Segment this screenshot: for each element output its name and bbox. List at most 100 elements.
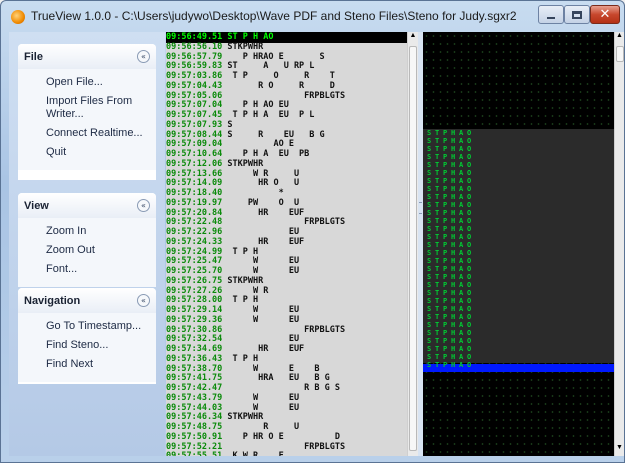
quit-link[interactable]: Quit <box>46 143 156 162</box>
timestamp: 09:57:34.69 <box>166 344 223 354</box>
timestamp: 09:57:25.70 <box>166 266 223 276</box>
tape-scrollbar[interactable]: ▲ ▼ <box>614 32 624 456</box>
collapse-icon[interactable]: « <box>137 50 150 63</box>
steno-stroke: ST P H AO <box>222 32 274 42</box>
minimize-icon <box>547 16 555 19</box>
steno-stroke: P H AO EU <box>222 100 289 111</box>
timestamp: 09:57:30.86 <box>166 324 223 335</box>
timestamp: 09:56:56.10 <box>166 41 223 52</box>
steno-stroke: W EU <box>222 402 300 413</box>
steno-transcript-pane[interactable]: 09:56:49.51 ST P H AO 09:56:56.10 STKPWHR… <box>166 32 418 456</box>
steno-stroke: W EU <box>222 266 300 276</box>
timestamp: 09:57:20.84 <box>166 207 223 218</box>
file-panel-header[interactable]: File « <box>18 44 156 69</box>
timestamp: 09:57:07.45 <box>166 110 223 120</box>
timestamp: 09:56:57.79 <box>166 51 223 62</box>
steno-stroke: EU <box>222 334 300 345</box>
app-window: TrueView 1.0.0 - C:\Users\judywo\Desktop… <box>0 0 625 463</box>
transcript-scrollbar[interactable]: ▲ <box>407 32 418 456</box>
steno-stroke: R B G S <box>222 383 340 393</box>
timestamp: 09:57:36.43 <box>166 353 223 364</box>
scrollbar-thumb[interactable] <box>409 46 417 451</box>
timestamp: 09:57:14.09 <box>166 178 223 189</box>
timestamp: 09:57:41.75 <box>166 373 223 384</box>
timestamp: 09:57:04.43 <box>166 80 223 91</box>
zoom-in-link[interactable]: Zoom In <box>46 222 156 241</box>
app-icon <box>11 10 25 24</box>
connect-realtime-link[interactable]: Connect Realtime... <box>46 124 156 143</box>
steno-stroke: FRPBLGTS <box>222 441 346 452</box>
go-to-timestamp-link[interactable]: Go To Timestamp... <box>46 317 156 336</box>
steno-stroke: S <box>222 119 233 130</box>
steno-tape-pane[interactable]: S S S S S S S S S S S S S S S S S S S S … <box>423 32 614 456</box>
timestamp: 09:57:25.47 <box>166 256 223 267</box>
transcript-line[interactable]: 09:57:55.51 K W R E <box>166 451 411 456</box>
steno-stroke: T P O R T <box>222 71 335 81</box>
file-panel: File « Open File... Import Files From Wr… <box>18 44 156 180</box>
scrollbar-thumb[interactable] <box>616 46 624 62</box>
navigation-panel-header[interactable]: Navigation « <box>18 288 156 313</box>
timestamp: 09:56:49.51 <box>166 32 223 42</box>
steno-stroke: STKPWHR <box>222 158 264 169</box>
timestamp: 09:57:29.14 <box>166 305 223 315</box>
timestamp: 09:57:13.66 <box>166 168 223 179</box>
import-files-link[interactable]: Import Files From Writer... <box>46 92 156 124</box>
title-bar[interactable]: TrueView 1.0.0 - C:\Users\judywo\Desktop… <box>1 1 624 31</box>
scroll-down-icon[interactable]: ▼ <box>615 444 624 456</box>
close-button[interactable]: ✕ <box>590 5 620 24</box>
timestamp: 09:57:07.93 <box>166 119 223 130</box>
steno-stroke: AO E <box>222 139 294 150</box>
timestamp: 09:57:32.54 <box>166 334 223 345</box>
zoom-out-link[interactable]: Zoom Out <box>46 241 156 260</box>
timestamp: 09:57:29.36 <box>166 314 223 325</box>
steno-stroke: P H A EU PB <box>222 149 310 159</box>
steno-stroke: HRA EU B G <box>222 373 330 384</box>
steno-stroke: FRPBLGTS <box>222 90 346 101</box>
steno-stroke: T P H <box>222 295 259 306</box>
timestamp: 09:57:05.06 <box>166 90 223 101</box>
steno-stroke: T P H A EU P L <box>222 110 315 120</box>
steno-stroke: FRPBLGTS <box>222 324 346 335</box>
steno-stroke: ST A U RP L <box>222 61 315 72</box>
find-next-link[interactable]: Find Next <box>46 355 156 374</box>
steno-stroke: W R <box>222 285 269 296</box>
steno-stroke: * <box>222 188 284 198</box>
timestamp: 09:57:52.21 <box>166 441 223 452</box>
steno-stroke: W EU <box>222 314 300 325</box>
collapse-icon[interactable]: « <box>137 294 150 307</box>
steno-stroke: W EU <box>222 392 300 403</box>
steno-stroke: HR EUF <box>222 207 305 218</box>
view-panel-header[interactable]: View « <box>18 193 156 218</box>
timestamp: 09:57:48.75 <box>166 422 223 432</box>
open-file-link[interactable]: Open File... <box>46 73 156 92</box>
timestamp: 09:57:46.34 <box>166 412 223 423</box>
steno-stroke: STKPWHR <box>222 41 264 52</box>
timestamp: 09:57:27.26 <box>166 285 223 296</box>
scroll-up-icon[interactable]: ▲ <box>615 32 624 44</box>
font-link[interactable]: Font... <box>46 260 156 279</box>
timestamp: 09:57:26.75 <box>166 275 223 286</box>
steno-stroke: T P H <box>222 246 259 257</box>
scroll-up-icon[interactable]: ▲ <box>408 32 418 44</box>
steno-stroke: K W R E <box>222 451 284 456</box>
steno-stroke: W EU <box>222 305 300 315</box>
timestamp: 09:57:10.64 <box>166 149 223 159</box>
timestamp: 09:57:12.06 <box>166 158 223 169</box>
close-icon: ✕ <box>599 7 611 22</box>
find-steno-link[interactable]: Find Steno... <box>46 336 156 355</box>
steno-stroke: HR EUF <box>222 344 305 354</box>
maximize-button[interactable] <box>564 5 590 24</box>
file-panel-title: File <box>24 51 43 63</box>
collapse-icon[interactable]: « <box>137 199 150 212</box>
steno-stroke: STKPWHR <box>222 275 264 286</box>
steno-stroke: HR O U <box>222 178 300 189</box>
splitter-grip-icon[interactable] <box>419 202 422 214</box>
tape-key-column: P P P P P P P P P P P P P P P P P P P P … <box>443 129 448 369</box>
tape-key-column: H H H H H H H H H H H H H H H H H H H H … <box>451 129 456 369</box>
steno-stroke: R U <box>222 422 300 432</box>
timestamp: 09:57:55.51 <box>166 451 222 456</box>
steno-stroke: W E B <box>222 363 320 374</box>
steno-stroke: T P H <box>222 353 259 364</box>
steno-stroke: W R U <box>222 168 300 179</box>
minimize-button[interactable] <box>538 5 564 24</box>
